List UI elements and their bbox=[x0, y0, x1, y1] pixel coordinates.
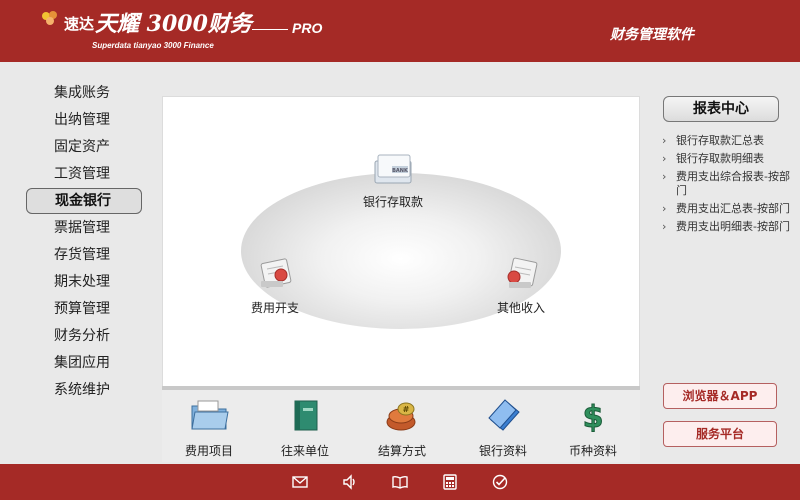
workflow-panel: BANK 银行存取款 费用开支 其他收入 bbox=[162, 96, 640, 388]
svg-text:BANK: BANK bbox=[392, 168, 409, 174]
node-bank-deposit-label: 银行存取款 bbox=[363, 195, 424, 209]
sidebar-item-group-apps[interactable]: 集团应用 bbox=[26, 350, 142, 377]
calculator-icon[interactable] bbox=[441, 473, 459, 491]
node-other-income[interactable]: 其他收入 bbox=[497, 257, 545, 316]
node-expense[interactable]: 费用开支 bbox=[251, 257, 299, 316]
sidebar-item-payroll[interactable]: 工资管理 bbox=[26, 161, 142, 188]
sidebar-item-period-end[interactable]: 期末处理 bbox=[26, 269, 142, 296]
contacts-label: 往来单位 bbox=[280, 444, 329, 458]
header-product-title: 财务管理软件 bbox=[610, 27, 694, 43]
currency-info-button[interactable]: $ 币种资料 bbox=[558, 398, 628, 459]
manual-icon[interactable] bbox=[391, 473, 409, 491]
contacts-button[interactable]: 往来单位 bbox=[270, 398, 340, 459]
report-center-button[interactable]: 报表中心 bbox=[663, 96, 779, 122]
report-item[interactable]: › 费用支出汇总表-按部门 bbox=[662, 202, 794, 216]
sidebar-item-budget[interactable]: 预算管理 bbox=[26, 296, 142, 323]
sound-icon[interactable] bbox=[341, 473, 359, 491]
expense-icon bbox=[260, 258, 292, 288]
report-item[interactable]: › 费用支出综合报表-按部门 bbox=[662, 170, 794, 198]
report-item[interactable]: › 银行存取款明细表 bbox=[662, 152, 794, 166]
report-item-label: 费用支出明细表-按部门 bbox=[676, 220, 790, 233]
settlement-methods-button[interactable]: # 结算方式 bbox=[367, 398, 437, 459]
sidebar-item-cash-bank[interactable]: 现金银行 bbox=[26, 188, 142, 214]
bank-card-icon: BANK bbox=[374, 154, 412, 184]
dollar-icon: $ bbox=[582, 400, 604, 436]
document-icon bbox=[488, 399, 520, 431]
app-header: 速达 天耀 3000财务 PRO Superdata tianyao 3000 … bbox=[0, 0, 800, 62]
logo-flower-icon bbox=[42, 11, 57, 25]
report-item-label: 费用支出综合报表-按部门 bbox=[676, 170, 790, 197]
sidebar-nav: 集成账务 出纳管理 固定资产 工资管理 现金银行 票据管理 存货管理 期末处理 … bbox=[26, 80, 142, 404]
expense-items-button[interactable]: 费用项目 bbox=[174, 398, 244, 459]
sidebar-item-bills[interactable]: 票据管理 bbox=[26, 215, 142, 242]
chevron-right-icon: › bbox=[662, 152, 667, 165]
report-item[interactable]: › 费用支出明细表-按部门 bbox=[662, 220, 794, 234]
chevron-right-icon: › bbox=[662, 220, 667, 233]
settlement-methods-label: 结算方式 bbox=[377, 444, 426, 458]
report-item-label: 银行存取款明细表 bbox=[676, 152, 764, 165]
report-item-label: 费用支出汇总表-按部门 bbox=[676, 202, 790, 215]
book-icon bbox=[294, 400, 318, 431]
report-item[interactable]: › 银行存取款汇总表 bbox=[662, 134, 794, 148]
chevron-right-icon: › bbox=[662, 134, 667, 147]
income-icon bbox=[507, 257, 538, 288]
sidebar-item-system-maintenance[interactable]: 系统维护 bbox=[26, 377, 142, 404]
bank-info-label: 银行资料 bbox=[478, 444, 527, 458]
check-icon[interactable] bbox=[491, 473, 509, 491]
currency-info-label: 币种资料 bbox=[568, 444, 617, 458]
chevron-right-icon: › bbox=[662, 170, 667, 183]
mail-icon[interactable] bbox=[291, 473, 309, 491]
expense-items-label: 费用项目 bbox=[184, 444, 233, 458]
browser-app-button[interactable]: 浏览器＆APP bbox=[663, 383, 777, 409]
node-bank-deposit[interactable]: BANK 银行存取款 bbox=[363, 153, 423, 210]
chevron-right-icon: › bbox=[662, 202, 667, 215]
app-footer bbox=[0, 464, 800, 500]
sidebar-item-cashier[interactable]: 出纳管理 bbox=[26, 107, 142, 134]
report-list: › 银行存取款汇总表 › 银行存取款明细表 › 费用支出综合报表-按部门 › 费… bbox=[662, 134, 794, 238]
sidebar-item-fixed-assets[interactable]: 固定资产 bbox=[26, 134, 142, 161]
sidebar-item-inventory[interactable]: 存货管理 bbox=[26, 242, 142, 269]
brand-divider bbox=[252, 29, 288, 30]
report-item-label: 银行存取款汇总表 bbox=[676, 134, 764, 147]
sidebar-item-integrated-accounts[interactable]: 集成账务 bbox=[26, 80, 142, 107]
base-data-bar: 费用项目 往来单位 # 结算方式 银行资料 $ 币种资料 bbox=[162, 390, 640, 462]
coins-icon: # bbox=[386, 402, 416, 431]
svg-text:#: # bbox=[403, 405, 410, 414]
brand-pro: PRO bbox=[292, 20, 323, 36]
node-expense-label: 费用开支 bbox=[251, 301, 300, 315]
folder-icon bbox=[191, 400, 229, 430]
sidebar-item-financial-analysis[interactable]: 财务分析 bbox=[26, 323, 142, 350]
brand-subtitle: Superdata tianyao 3000 Finance bbox=[92, 41, 214, 50]
bank-info-button[interactable]: 银行资料 bbox=[468, 398, 538, 459]
brand-main: 天耀 3000财务 bbox=[95, 11, 252, 37]
service-platform-button[interactable]: 服务平台 bbox=[663, 421, 777, 447]
svg-text:$: $ bbox=[583, 400, 604, 432]
node-other-income-label: 其他收入 bbox=[497, 301, 546, 315]
brand-short: 速达 bbox=[64, 15, 95, 33]
